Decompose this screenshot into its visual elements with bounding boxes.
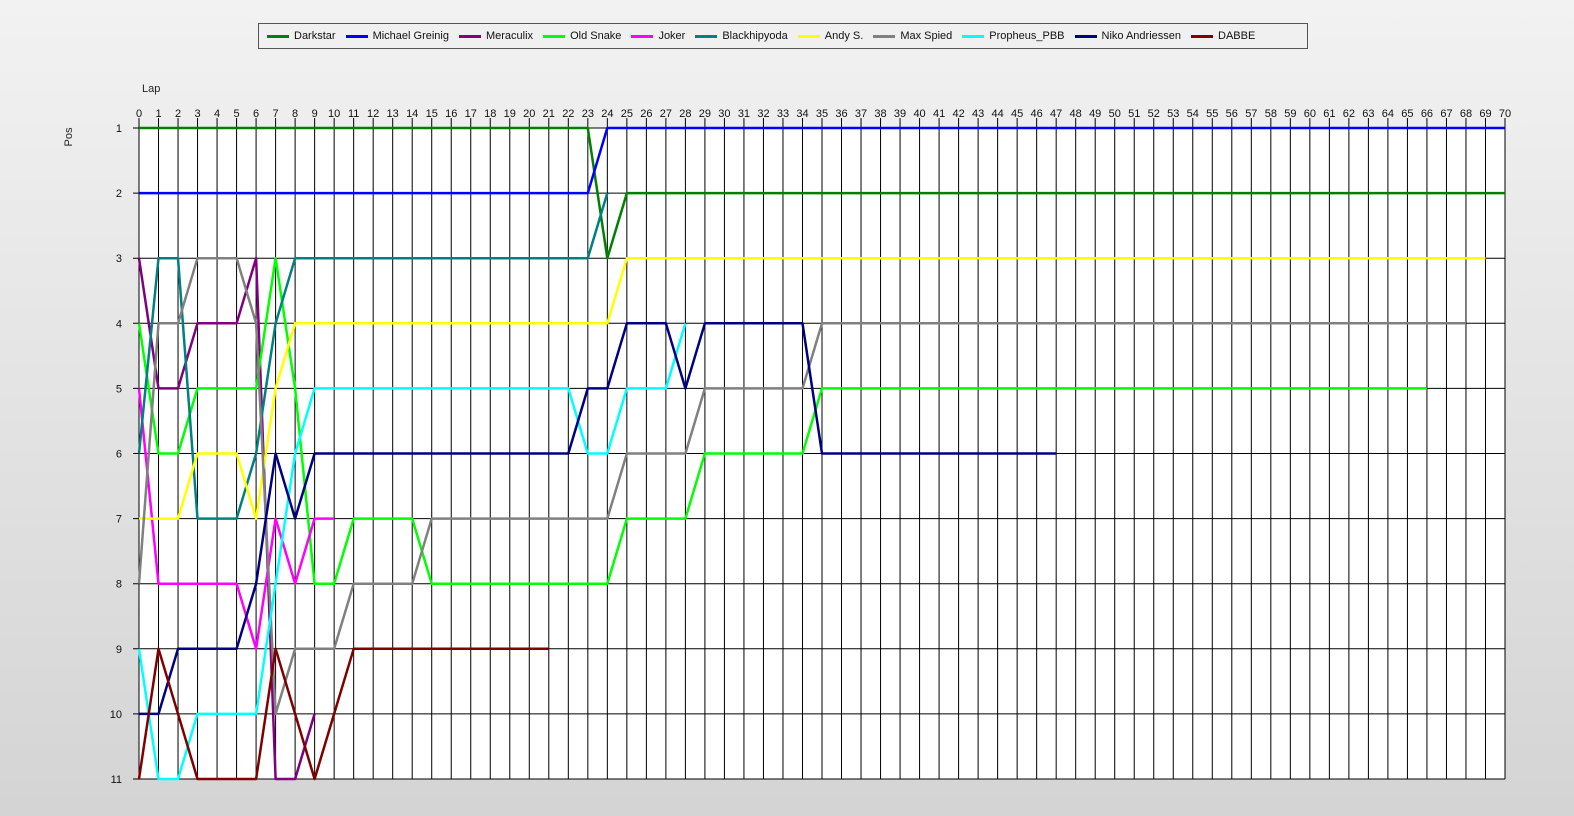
x-tick-label: 17	[465, 108, 477, 120]
x-tick-label: 68	[1460, 108, 1472, 120]
x-tick-label: 64	[1382, 108, 1394, 120]
race-position-chart: 0 1 2 3 4 5 6 7 8 9 10 11 12 13 14 15 16 17 18 19 20 21 22 23 24…	[63, 83, 1511, 786]
x-tick-label: 67	[1440, 108, 1452, 120]
x-tick-label: 62	[1343, 108, 1355, 120]
x-tick-label: 24	[601, 108, 613, 120]
x-tick-label: 55	[1206, 108, 1218, 120]
x-tick-label: 39	[894, 108, 906, 120]
x-tick-label: 26	[640, 108, 652, 120]
x-tick-label: 12	[367, 108, 379, 120]
x-tick-label: 8	[292, 108, 298, 120]
x-tick-label: 63	[1362, 108, 1374, 120]
x-axis-title: Lap	[142, 83, 160, 95]
x-tick-label: 32	[757, 108, 769, 120]
x-tick-label: 11	[348, 108, 359, 120]
y-tick-label: 1	[116, 123, 122, 135]
x-tick-label: 4	[214, 108, 220, 120]
y-axis-title: Pos	[63, 127, 75, 146]
x-tick-label: 30	[718, 108, 730, 120]
x-tick-label: 70	[1499, 108, 1511, 120]
x-tick-label: 19	[504, 108, 516, 120]
y-tick-label: 2	[116, 188, 122, 200]
x-tick-label: 21	[543, 108, 555, 120]
x-tick-label: 6	[253, 108, 259, 120]
x-tick-label: 61	[1323, 108, 1335, 120]
x-tick-label: 7	[273, 108, 279, 120]
x-tick-label: 27	[660, 108, 672, 120]
x-tick-label: 38	[874, 108, 886, 120]
x-tick-label: 45	[1011, 108, 1023, 120]
x-tick-label: 41	[933, 108, 945, 120]
x-tick-label: 47	[1050, 108, 1062, 120]
x-tick-label: 34	[796, 108, 808, 120]
x-tick-label: 46	[1031, 108, 1043, 120]
x-tick-label: 10	[328, 108, 340, 120]
x-tick-label: 31	[738, 108, 750, 120]
x-tick-label: 36	[835, 108, 847, 120]
x-tick-label: 57	[1245, 108, 1257, 120]
x-tick-label: 51	[1128, 108, 1140, 120]
x-tick-label: 43	[972, 108, 984, 120]
x-tick-label: 18	[484, 108, 496, 120]
y-tick-label: 5	[116, 383, 122, 395]
x-tick-label: 5	[234, 108, 240, 120]
x-tick-label: 53	[1167, 108, 1179, 120]
x-tick-label: 66	[1421, 108, 1433, 120]
x-tick-label: 48	[1070, 108, 1082, 120]
y-tick-label: 7	[116, 514, 122, 526]
x-tick-label: 28	[679, 108, 691, 120]
x-tick-label: 13	[387, 108, 399, 120]
x-tick-label: 23	[582, 108, 594, 120]
y-tick-labels: 1 2 3 4 5 6 7 8 9 10 11	[110, 123, 122, 786]
x-tick-label: 20	[523, 108, 535, 120]
x-tick-label: 22	[562, 108, 574, 120]
x-tick-label: 65	[1401, 108, 1413, 120]
x-tick-label: 56	[1226, 108, 1238, 120]
x-tick-label: 50	[1109, 108, 1121, 120]
x-tick-label: 44	[992, 108, 1004, 120]
y-tick-label: 9	[116, 644, 122, 656]
y-tick-label: 3	[116, 253, 122, 265]
y-tick-label: 8	[116, 579, 122, 591]
x-tick-label: 58	[1265, 108, 1277, 120]
x-tick-label: 40	[913, 108, 925, 120]
x-tick-label: 14	[406, 108, 418, 120]
x-tick-label: 25	[621, 108, 633, 120]
x-tick-label: 16	[445, 108, 457, 120]
y-tick-label: 6	[116, 449, 122, 461]
x-tick-label: 59	[1284, 108, 1296, 120]
x-tick-label: 0	[136, 108, 142, 120]
x-tick-label: 15	[426, 108, 438, 120]
y-tick-label: 11	[111, 774, 122, 786]
x-tick-label: 9	[312, 108, 318, 120]
x-tick-label: 69	[1479, 108, 1491, 120]
y-tick-label: 4	[116, 318, 122, 330]
y-tick-label: 10	[110, 709, 122, 721]
x-tick-label: 29	[699, 108, 711, 120]
x-tick-label: 33	[777, 108, 789, 120]
x-tick-label: 37	[855, 108, 867, 120]
x-tick-label: 60	[1304, 108, 1316, 120]
x-tick-labels: 0 1 2 3 4 5 6 7 8 9 10 11 12 13 14 15 16 17 18 19 20 21 22 23 24…	[136, 108, 1511, 120]
x-tick-label: 2	[175, 108, 181, 120]
x-tick-label: 3	[194, 108, 200, 120]
x-tick-label: 52	[1148, 108, 1160, 120]
x-tick-label: 42	[952, 108, 964, 120]
x-tick-label: 54	[1187, 108, 1199, 120]
x-tick-label: 49	[1089, 108, 1101, 120]
x-tick-label: 1	[155, 108, 161, 120]
x-tick-label: 35	[816, 108, 828, 120]
